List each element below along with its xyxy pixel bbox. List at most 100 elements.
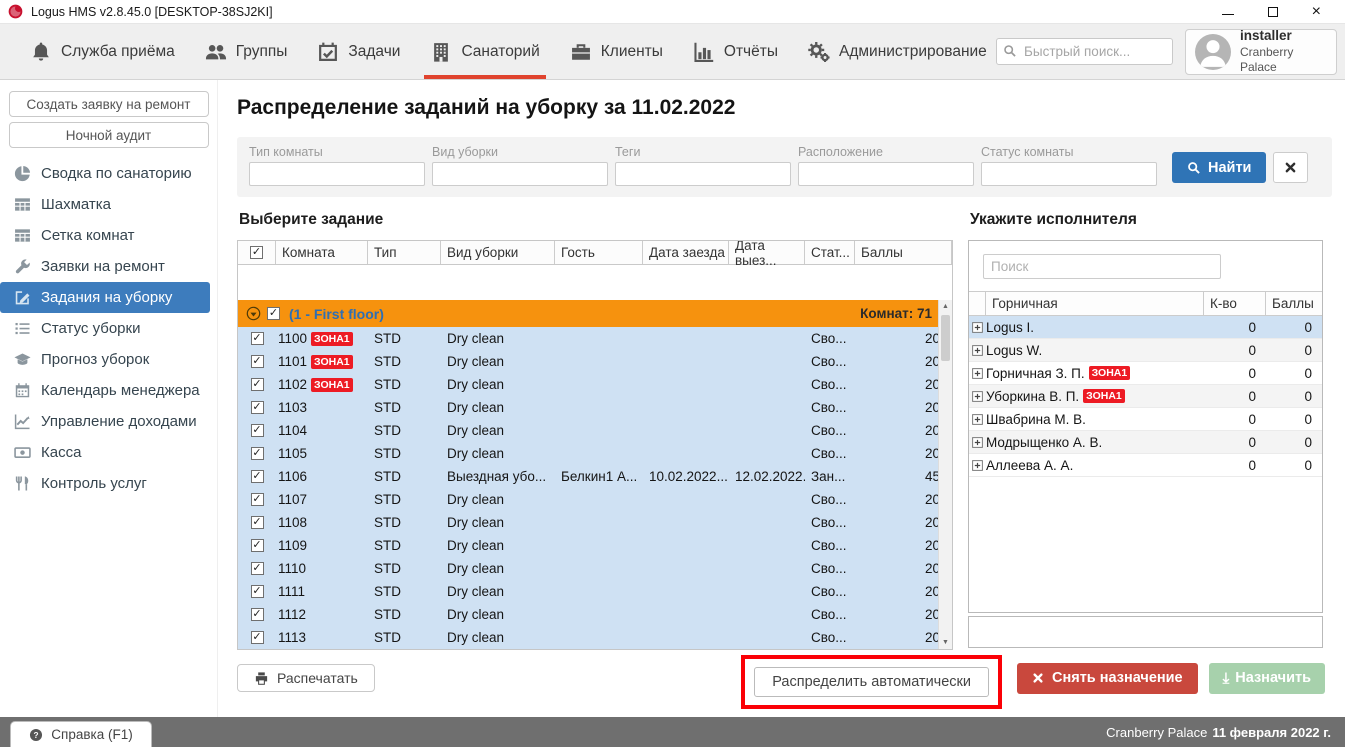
sidebar-item-cash-desk[interactable]: Касса [0,437,217,468]
row-checkbox[interactable]: ✓ [251,401,264,414]
nav-tab-reports[interactable]: Отчёты [693,24,778,79]
user-menu[interactable]: installer Cranberry Palace [1185,29,1337,75]
sidebar-item-cleaning-status[interactable]: Статус уборки [0,313,217,344]
assignee-search-input[interactable] [983,254,1221,279]
row-checkbox[interactable]: ✓ [251,332,264,345]
column-header[interactable]: Комната [276,241,368,264]
task-row[interactable]: ✓1112STDDry cleanСво...20 [238,603,952,626]
maximize-button[interactable] [1268,7,1278,17]
assignee-row[interactable]: Logus W.00 [969,339,1322,362]
filter-input-tags[interactable] [615,162,791,186]
sidebar-item-cleaning-forecast[interactable]: Прогноз уборок [0,344,217,375]
collapse-group-icon[interactable] [246,306,261,321]
task-row[interactable]: ✓1106STDВыездная убо...Белкин1 А...10.02… [238,465,952,488]
assignee-row[interactable]: Модрыщенко А. В.00 [969,431,1322,454]
find-button[interactable]: Найти [1172,152,1266,183]
print-button[interactable]: Распечатать [237,664,375,692]
sidebar-item-chessboard[interactable]: Шахматка [0,189,217,220]
task-row[interactable]: ✓1104STDDry cleanСво...20 [238,419,952,442]
row-checkbox[interactable]: ✓ [251,378,264,391]
column-header[interactable]: Тип [368,241,441,264]
assignee-row[interactable]: Горничная З. П.ЗОНА100 [969,362,1322,385]
expand-icon[interactable] [971,367,984,380]
assign-button[interactable]: ⤓ Назначить [1209,663,1325,694]
filter-input-room-type[interactable] [249,162,425,186]
tasks-scrollbar[interactable]: ▲ ▼ [938,300,952,649]
column-header[interactable]: Вид уборки [441,241,555,264]
expand-icon[interactable] [971,344,984,357]
group-checkbox[interactable]: ✓ [267,307,280,320]
task-row[interactable]: ✓1101ЗОНА1STDDry cleanСво...20 [238,350,952,373]
scrollbar-thumb[interactable] [941,315,950,361]
sidebar-item-cleaning-tasks[interactable]: Задания на уборку [0,282,210,313]
room-number: 1108 [278,515,307,530]
row-checkbox[interactable]: ✓ [251,355,264,368]
nav-tab-clients[interactable]: Клиенты [570,24,663,79]
column-header[interactable]: Горничная [986,292,1204,315]
column-header[interactable]: Стат... [805,241,855,264]
task-row[interactable]: ✓1105STDDry cleanСво...20 [238,442,952,465]
row-checkbox[interactable]: ✓ [251,539,264,552]
task-row[interactable]: ✓1110STDDry cleanСво...20 [238,557,952,580]
close-button[interactable]: × [1312,4,1321,20]
task-row[interactable]: ✓1113STDDry cleanСво...20 [238,626,952,649]
row-checkbox[interactable]: ✓ [251,470,264,483]
column-header[interactable]: Баллы [1266,292,1322,315]
quick-search-input[interactable] [996,38,1173,65]
auto-assign-button[interactable]: Распределить автоматически [754,667,989,697]
nav-tab-groups[interactable]: Группы [205,24,288,79]
task-row[interactable]: ✓1102ЗОНА1STDDry cleanСво...20 [238,373,952,396]
column-header[interactable]: Дата выез... [729,241,805,264]
scroll-up-icon[interactable]: ▲ [939,300,952,313]
expand-icon[interactable] [971,413,984,426]
row-checkbox[interactable]: ✓ [251,447,264,460]
row-checkbox[interactable]: ✓ [251,562,264,575]
task-row[interactable]: ✓1103STDDry cleanСво...20 [238,396,952,419]
sidebar-item-manager-calendar[interactable]: Календарь менеджера [0,375,217,406]
remove-assignment-button[interactable]: Снять назначение [1017,663,1198,694]
row-checkbox[interactable]: ✓ [251,516,264,529]
assignee-row[interactable]: Уборкина В. П.ЗОНА100 [969,385,1322,408]
night-audit-button[interactable]: Ночной аудит [9,122,209,148]
nav-tab-administration[interactable]: Администрирование [808,24,987,79]
nav-tab-sanatorium[interactable]: Санаторий [430,24,539,79]
expand-icon[interactable] [971,436,984,449]
column-header[interactable]: Дата заезда [643,241,729,264]
filter-input-location[interactable] [798,162,974,186]
row-checkbox[interactable]: ✓ [251,424,264,437]
expand-icon[interactable] [971,390,984,403]
minimize-button[interactable] [1222,14,1234,15]
expand-icon[interactable] [971,459,984,472]
filter-input-room-status[interactable] [981,162,1157,186]
sidebar-item-sanatorium-summary[interactable]: Сводка по санаторию [0,158,217,189]
row-checkbox[interactable]: ✓ [251,608,264,621]
column-header[interactable]: Баллы [855,241,952,264]
filter-input-cleaning-kind[interactable] [432,162,608,186]
sidebar-item-revenue-management[interactable]: Управление доходами [0,406,217,437]
expand-icon[interactable] [971,321,984,334]
assignee-row[interactable]: Аллеева А. А.00 [969,454,1322,477]
group-row-first-floor[interactable]: ✓ (1 - First floor) Комнат: 71 [238,300,952,327]
sidebar-item-room-grid[interactable]: Сетка комнат [0,220,217,251]
task-row[interactable]: ✓1111STDDry cleanСво...20 [238,580,952,603]
column-header[interactable]: Гость [555,241,643,264]
assignee-row[interactable]: Швабрина М. В.00 [969,408,1322,431]
task-row[interactable]: ✓1108STDDry cleanСво...20 [238,511,952,534]
row-checkbox[interactable]: ✓ [251,493,264,506]
task-row[interactable]: ✓1107STDDry cleanСво...20 [238,488,952,511]
nav-tab-reception[interactable]: Служба приёма [30,24,175,79]
help-button[interactable]: ? Справка (F1) [10,721,152,747]
row-checkbox[interactable]: ✓ [251,631,264,644]
select-all-checkbox[interactable]: ✓ [250,246,263,259]
scroll-down-icon[interactable]: ▼ [939,636,952,649]
column-header[interactable]: К-во [1204,292,1266,315]
sidebar-item-service-control[interactable]: Контроль услуг [0,468,217,499]
task-row[interactable]: ✓1109STDDry cleanСво...20 [238,534,952,557]
row-checkbox[interactable]: ✓ [251,585,264,598]
create-repair-request-button[interactable]: Создать заявку на ремонт [9,91,209,117]
nav-tab-tasks[interactable]: Задачи [317,24,400,79]
assignee-row[interactable]: Logus I.00 [969,316,1322,339]
clear-filters-button[interactable] [1273,152,1308,183]
task-row[interactable]: ✓1100ЗОНА1STDDry cleanСво...20 [238,327,952,350]
sidebar-item-repair-requests[interactable]: Заявки на ремонт [0,251,217,282]
